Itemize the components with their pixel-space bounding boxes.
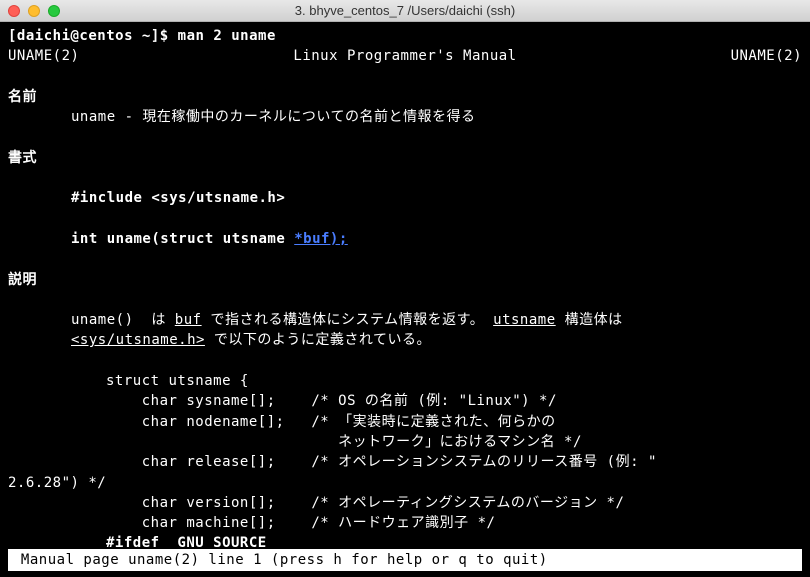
struct-field-release2: 2.6.28") */ xyxy=(8,473,802,493)
man-header: UNAME(2) Linux Programmer's Manual UNAME… xyxy=(8,46,802,66)
struct-field-nodename: char nodename[]; /* 「実装時に定義された、何らかの xyxy=(8,412,802,432)
window-titlebar: 3. bhyve_centos_7 /Users/daichi (ssh) xyxy=(0,0,810,22)
section-synopsis-title: 書式 xyxy=(8,148,802,168)
window-title: 3. bhyve_centos_7 /Users/daichi (ssh) xyxy=(295,3,515,18)
struct-open: struct utsname { xyxy=(8,371,802,391)
man-header-left: UNAME(2) xyxy=(8,46,79,66)
struct-field-machine: char machine[]; /* ハードウェア識別子 */ xyxy=(8,513,802,533)
man-header-right: UNAME(2) xyxy=(731,46,802,66)
synopsis-function: int uname(struct utsname *buf); xyxy=(8,229,802,249)
synopsis-func-link[interactable]: *buf); xyxy=(294,231,348,247)
section-name-title: 名前 xyxy=(8,87,802,107)
desc-buf-ref: buf xyxy=(175,312,202,328)
synopsis-func-pre: int uname(struct utsname xyxy=(71,231,294,247)
close-icon[interactable] xyxy=(8,5,20,17)
terminal-viewport[interactable]: [daichi@centos ~]$ man 2 uname UNAME(2) … xyxy=(0,22,810,577)
minimize-icon[interactable] xyxy=(28,5,40,17)
struct-field-sysname: char sysname[]; /* OS の名前 (例: "Linux") *… xyxy=(8,391,802,411)
desc-header-ref: <sys/utsname.h> xyxy=(71,332,205,348)
desc-para1: uname() は buf で指される構造体にシステム情報を返す。 utsnam… xyxy=(8,310,802,330)
man-header-center: Linux Programmer's Manual xyxy=(293,46,516,66)
desc-para2: <sys/utsname.h> で以下のように定義されている。 xyxy=(8,330,802,350)
struct-field-release: char release[]; /* オペレーションシステムのリリース番号 (例… xyxy=(8,452,802,472)
desc-utsname-ref: utsname xyxy=(493,312,556,328)
shell-command: man 2 uname xyxy=(178,28,276,44)
window-controls xyxy=(8,5,60,17)
struct-field-version: char version[]; /* オペレーティングシステムのバージョン */ xyxy=(8,493,802,513)
section-description-title: 説明 xyxy=(8,270,802,290)
zoom-icon[interactable] xyxy=(48,5,60,17)
synopsis-include: #include <sys/utsname.h> xyxy=(8,188,802,208)
struct-field-nodename2: ネットワーク」におけるマシン名 */ xyxy=(8,432,802,452)
section-name-content: uname - 現在稼働中のカーネルについての名前と情報を得る xyxy=(8,107,802,127)
shell-prompt: [daichi@centos ~]$ xyxy=(8,28,178,44)
shell-prompt-line: [daichi@centos ~]$ man 2 uname xyxy=(8,26,802,46)
man-statusbar: Manual page uname(2) line 1 (press h for… xyxy=(8,549,802,571)
